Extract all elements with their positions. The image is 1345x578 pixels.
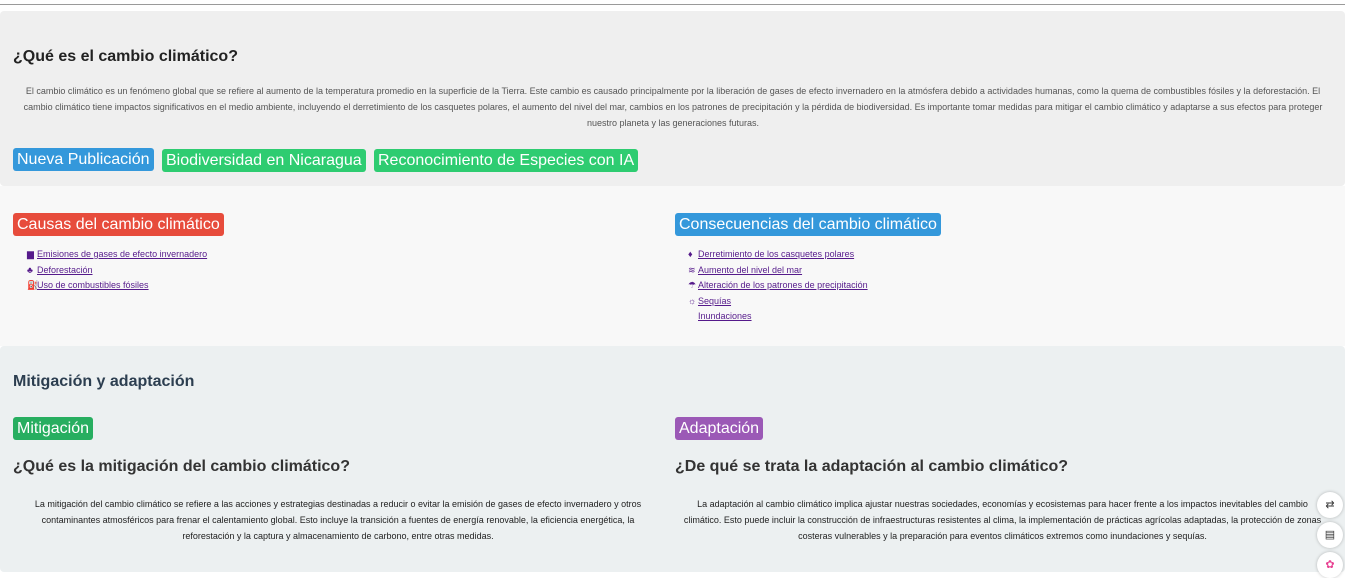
tree-icon: ♣ bbox=[27, 264, 33, 275]
intro-text: El cambio climático es un fenómeno globa… bbox=[23, 86, 1323, 128]
mitigation-text: La mitigación del cambio climático se re… bbox=[34, 499, 642, 541]
mitigation-adaptation-section: Mitigación y adaptación Mitigación ¿Qué … bbox=[0, 346, 1345, 572]
cause-link[interactable]: Emisiones de gases de efecto invernadero bbox=[37, 249, 207, 259]
new-post-button[interactable]: Nueva Publicación bbox=[13, 148, 154, 171]
water-icon: ≋ bbox=[688, 264, 696, 275]
mitigation-heading: ¿Qué es la mitigación del cambio climáti… bbox=[13, 458, 350, 475]
reader-icon[interactable]: ▤ bbox=[1317, 522, 1343, 548]
consequence-link[interactable]: Sequías bbox=[698, 296, 731, 306]
cause-link[interactable]: Uso de combustibles fósiles bbox=[37, 280, 149, 290]
consequences-list: ♦ Derretimiento de los casquetes polares … bbox=[688, 247, 868, 325]
list-item[interactable]: ≋ Aumento del nivel del mar bbox=[688, 263, 868, 279]
consequence-link[interactable]: Alteración de los patrones de precipitac… bbox=[698, 280, 868, 290]
causes-consequences-section: Causas del cambio climático ▆ Emisiones d… bbox=[0, 186, 1345, 346]
list-item[interactable]: ▆ Emisiones de gases de efecto invernader… bbox=[27, 247, 207, 263]
brain-icon[interactable]: ✿ bbox=[1317, 552, 1343, 578]
list-item[interactable]: ⛽Uso de combustibles fósiles bbox=[27, 278, 207, 294]
intro-title: ¿Qué es el cambio climático? bbox=[13, 48, 238, 65]
mitigation-section-title: Mitigación y adaptación bbox=[13, 373, 195, 390]
list-item[interactable]: ☂ Alteración de los patrones de precipita… bbox=[688, 278, 868, 294]
adaptation-badge: Adaptación bbox=[675, 417, 764, 440]
top-divider bbox=[0, 4, 1345, 5]
mitigation-badge: Mitigación bbox=[13, 417, 94, 440]
cause-link[interactable]: Deforestación bbox=[37, 265, 93, 275]
species-recognition-button[interactable]: Reconocimiento de Especies con IA bbox=[374, 149, 639, 172]
intro-section: ¿Qué es el cambio climático? El cambio c… bbox=[0, 11, 1345, 186]
sun-icon: ☼ bbox=[688, 295, 697, 306]
causes-title: Causas del cambio climático bbox=[13, 213, 224, 236]
adaptation-text: La adaptación al cambio climático implic… bbox=[683, 499, 1322, 541]
adaptation-heading: ¿De qué se trata la adaptación al cambio… bbox=[675, 458, 1069, 475]
causes-list: ▆ Emisiones de gases de efecto invernader… bbox=[27, 247, 207, 294]
translate-icon[interactable]: ⇄ bbox=[1317, 492, 1343, 518]
list-item[interactable]: ♣ Deforestación bbox=[27, 263, 207, 279]
list-item[interactable]: ☼ Sequías bbox=[688, 294, 868, 310]
list-item[interactable]: ♦ Derretimiento de los casquetes polares bbox=[688, 247, 868, 263]
biodiversity-nicaragua-button[interactable]: Biodiversidad en Nicaragua bbox=[162, 149, 366, 172]
consequences-title: Consecuencias del cambio climático bbox=[675, 213, 941, 236]
consequence-link[interactable]: Aumento del nivel del mar bbox=[698, 265, 802, 275]
consequence-link[interactable]: Inundaciones bbox=[698, 311, 752, 321]
temperature-icon: ♦ bbox=[688, 249, 693, 259]
consequence-link[interactable]: Derretimiento de los casquetes polares bbox=[698, 249, 854, 259]
fuel-pump-icon: ⛽ bbox=[27, 280, 39, 290]
list-item[interactable]: Inundaciones bbox=[688, 309, 868, 325]
cloud-rain-icon: ☂ bbox=[688, 280, 697, 290]
factory-icon: ▆ bbox=[27, 249, 34, 259]
